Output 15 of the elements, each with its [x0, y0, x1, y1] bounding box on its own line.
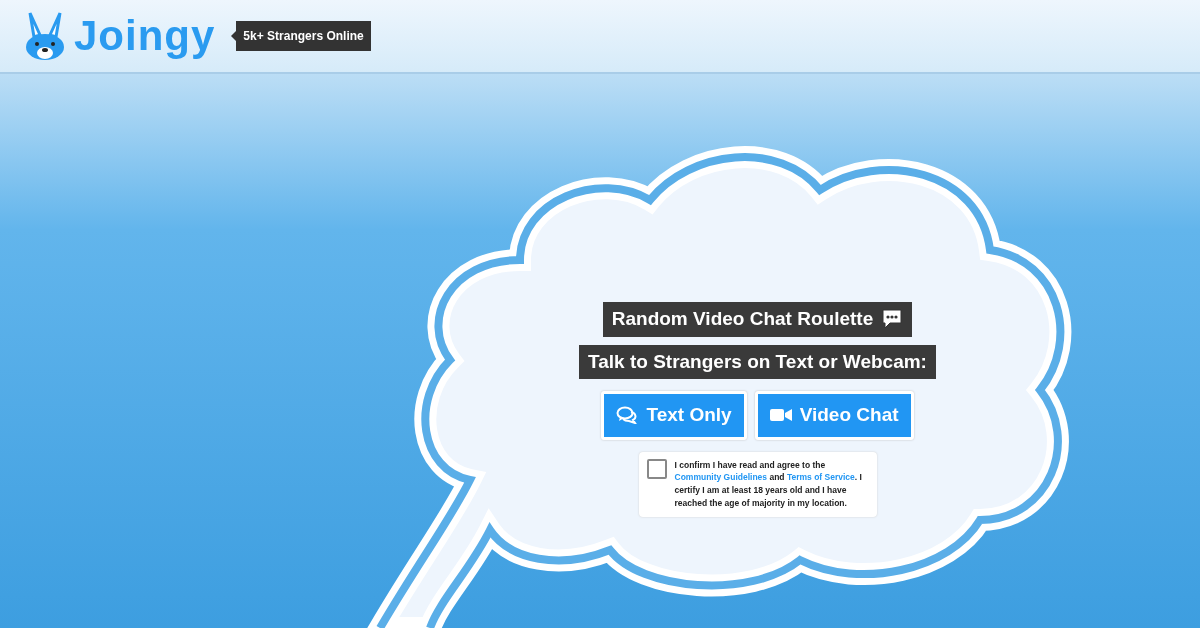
logo-text[interactable]: Joingy — [74, 15, 216, 57]
hero-subtitle: Talk to Strangers on Text or Webcam: — [579, 344, 936, 379]
video-chat-button[interactable]: Video Chat — [754, 391, 914, 440]
policy-link[interactable]: Community Guidelines — [674, 472, 768, 483]
chat-bubble-icon — [881, 309, 904, 330]
rabbit-logo-icon — [24, 11, 66, 61]
consent-text: I confirm I have read and agree to the Community Guidelines and Terms of Service. I certify I am at least 18 years old and I have reached the age of majority in my location. — [674, 458, 863, 510]
online-count-tooltip: 5k+ Strangers Online — [236, 21, 371, 51]
policy-link[interactable]: Terms of Service — [786, 472, 855, 483]
chat-bubbles-icon — [616, 406, 639, 425]
video-camera-icon — [769, 407, 792, 424]
consent-checkbox[interactable] — [646, 458, 667, 479]
text-chat-button[interactable]: Text Only — [601, 391, 747, 440]
hero-title: Random Video Chat Roulette — [602, 302, 913, 337]
tooltip-arrow-icon — [231, 31, 237, 41]
